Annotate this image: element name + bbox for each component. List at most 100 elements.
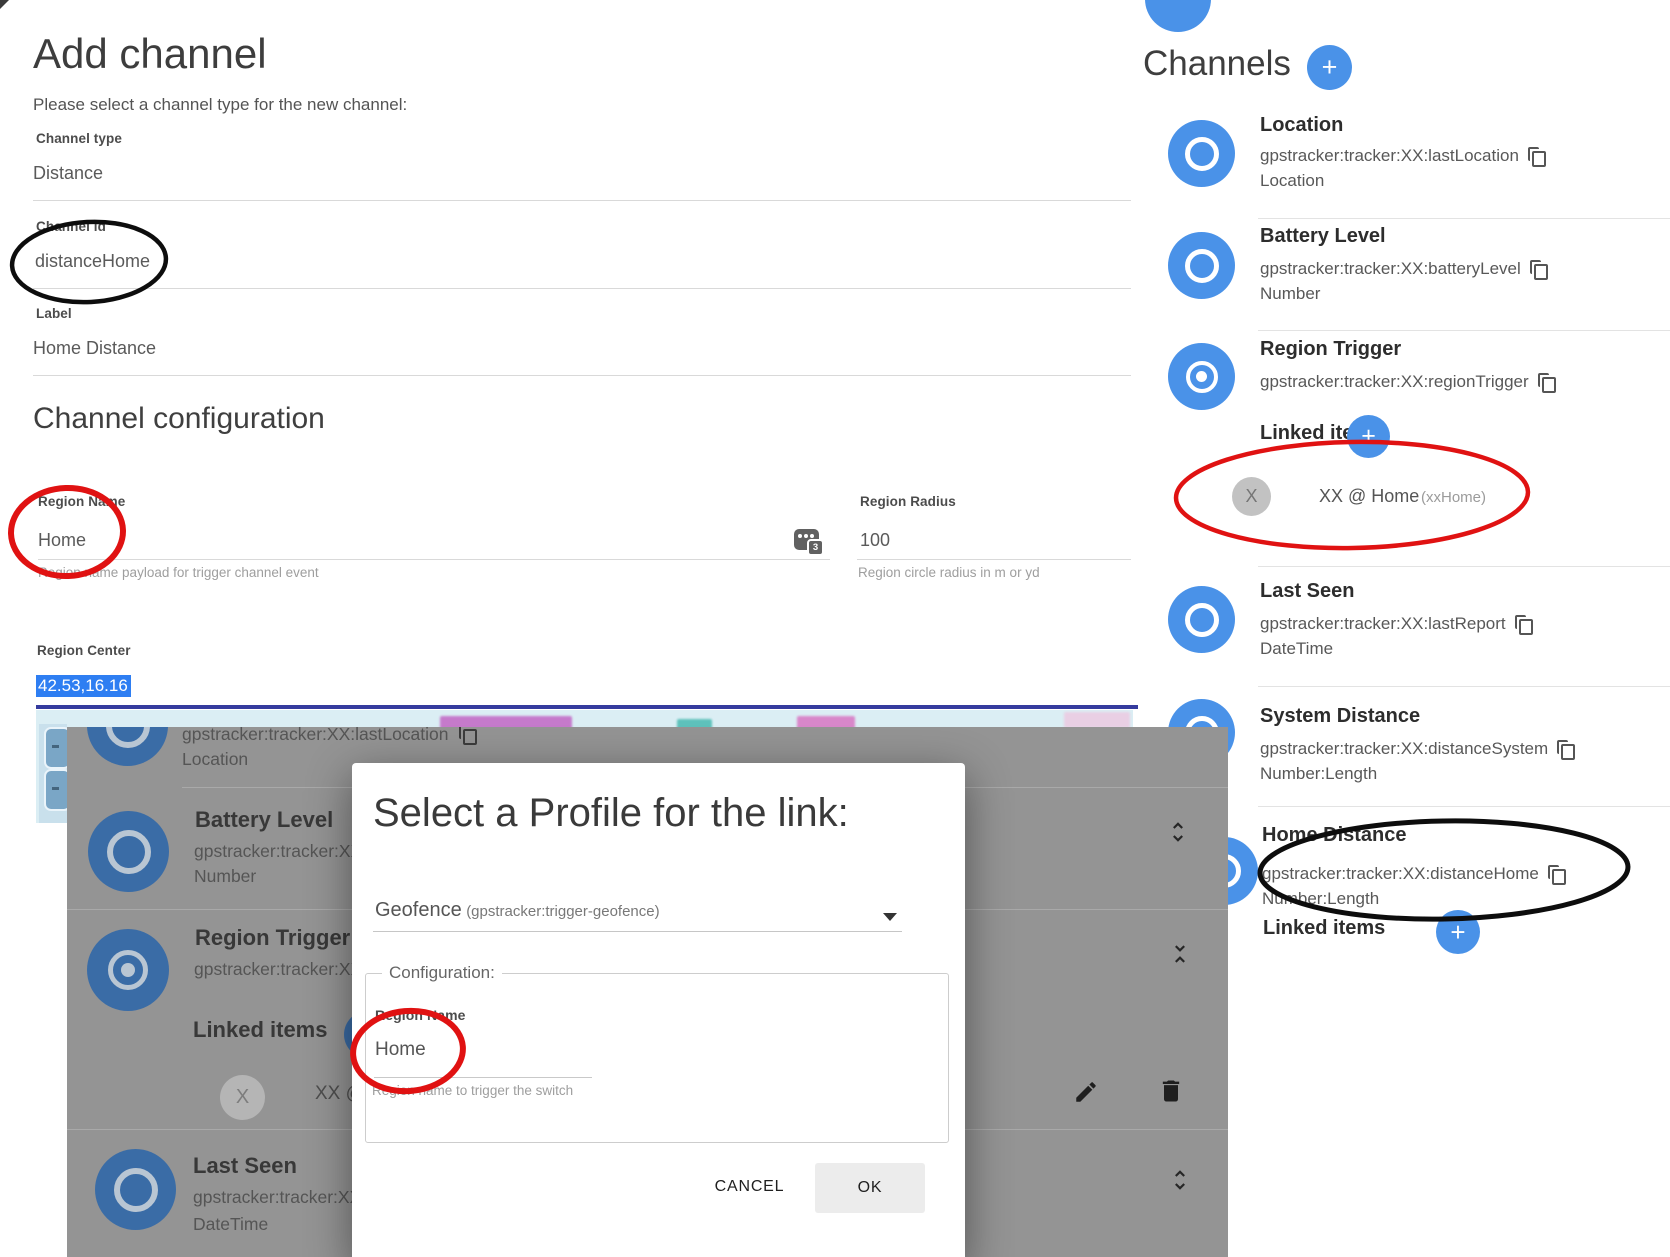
copy-icon[interactable] [1530,260,1547,279]
copy-icon[interactable] [1538,373,1555,392]
page-title: Add channel [33,30,267,78]
unfold-more-icon [1167,1167,1193,1193]
channel-title: Last Seen [1260,580,1354,603]
circle-icon [1185,249,1219,283]
extension-badge: 3 [807,539,824,556]
channel-id: gpstracker:tracker:XX:regionTrigger [1260,372,1529,392]
add-link-button[interactable]: + [1436,910,1480,954]
focused-underline [36,705,1138,709]
channel-icon-region-trigger [87,929,169,1011]
divider [1258,566,1670,567]
channel-id-row: gpstracker:tracker:XX:lastLocation [1260,146,1545,166]
label-label: Label [36,306,72,321]
fieldset-legend: Configuration: [382,963,502,983]
channel-type-label: Channel type [36,131,122,146]
form-filler-extension-icon[interactable]: 3 [794,529,819,550]
configuration-fieldset: Configuration: Region Name Home Region n… [365,963,949,1143]
item-avatar: X [1232,477,1271,516]
divider [33,375,1131,376]
add-channel-button[interactable]: + [1307,45,1352,90]
copy-icon [459,727,476,744]
circle-icon [1185,603,1219,637]
channel-icon-battery [1168,232,1235,299]
channel-id-row: gpstracker:tracker:XX:regionTrigger [1260,372,1555,392]
map-control-bg [39,724,67,823]
unfold-more-icon [1165,819,1191,845]
channel-type-field[interactable]: Distance [33,163,103,184]
copy-icon[interactable] [1528,147,1545,166]
plus-icon: + [1361,422,1376,451]
profile-select[interactable]: Geofence (gpstracker:trigger-geofence) [375,899,660,922]
region-center-field[interactable]: 42.53,16.16 [36,676,131,696]
channel-icon-last-seen [95,1149,176,1230]
dots-icon [798,534,802,538]
region-radius-helper: Region circle radius in m or yd [858,565,1040,580]
region-radius-label: Region Radius [860,494,956,509]
minus-icon [52,787,59,790]
divider [1258,806,1670,807]
plus-icon [52,745,59,748]
channel-id: gpstracker:tracker:XX:lastLocation [1260,146,1519,166]
divider [33,200,1131,201]
region-name-label: Region Name [375,1007,466,1023]
ok-button[interactable]: OK [815,1163,925,1213]
channel-type: Location [182,749,248,770]
region-name-field[interactable]: Home [38,530,86,551]
divider [1258,218,1670,219]
region-center-label: Region Center [37,643,131,658]
channel-id-row: gpstracker:tracker:XX:distanceSystem [1260,739,1574,759]
channel-type: Number [194,866,256,887]
unfold-less-icon [1167,941,1193,967]
channel-id: gpstracker:tracker:XX:batteryLevel [1260,259,1521,279]
linked-items-header: Linked items [193,1017,327,1043]
channel-icon-location [87,727,168,766]
profile-value: Geofence [375,899,462,921]
cancel-button[interactable]: CANCEL [697,1161,802,1213]
region-name-helper: Region name payload for trigger channel … [38,565,319,580]
chevron-down-icon[interactable] [883,913,897,921]
channel-id: gpstracker:tracker:XX:lastReport [1260,614,1506,634]
channel-icon-last-seen [1168,586,1235,653]
region-radius-field[interactable]: 100 [860,530,890,551]
copy-icon[interactable] [1557,740,1574,759]
dialog-title: Select a Profile for the link: [373,791,849,836]
copy-icon[interactable] [1515,615,1532,634]
divider [373,931,902,932]
form-subtitle: Please select a channel type for the new… [33,95,407,115]
channel-title: Region Trigger [1260,338,1401,361]
region-name-label: Region Name [38,494,125,509]
channel-type: Number:Length [1260,764,1377,784]
label-field[interactable]: Home Distance [33,338,156,359]
scroll-top-fab[interactable] [1145,0,1211,32]
channels-title: Channels [1143,44,1291,84]
channel-icon-region-trigger [1168,343,1235,410]
divider [33,288,1131,289]
channel-id-field[interactable]: distanceHome [35,251,150,272]
channel-id-row: gpstracker:tracker:XX:batteryLevel [1260,259,1547,279]
linked-item-label[interactable]: XX @ Home [1319,486,1419,507]
channel-icon-battery [88,811,169,892]
divider [1258,330,1670,331]
channel-id: gpstracker:tracker:XX:distanceSystem [1260,739,1548,759]
channel-type: DateTime [1260,639,1333,659]
copy-icon[interactable] [1548,865,1565,884]
channel-id-row: gpstracker:tracker:XX:distanceHome [1262,864,1565,884]
plus-icon: + [1322,52,1338,83]
channel-id-label: Channel id [36,219,106,234]
channel-type: Number [1260,284,1320,304]
divider [38,559,830,560]
corner-artifact [0,0,9,9]
channel-id-row: gpstracker:tracker:XX:lastReport [1260,614,1532,634]
divider [1258,686,1670,687]
linked-item-suffix: (xxHome) [1421,489,1486,506]
plus-icon: + [1450,917,1465,948]
radio-icon [1186,361,1218,393]
channel-title: Last Seen [193,1153,297,1179]
add-link-button[interactable]: + [1347,415,1390,458]
channel-type: DateTime [193,1214,268,1235]
channel-title: Battery Level [1260,225,1386,248]
region-name-field[interactable]: Home [375,1039,426,1061]
page: Add channel Please select a channel type… [0,0,1670,1257]
circle-icon [1185,137,1219,171]
region-name-helper: Region name to trigger the switch [372,1083,573,1098]
